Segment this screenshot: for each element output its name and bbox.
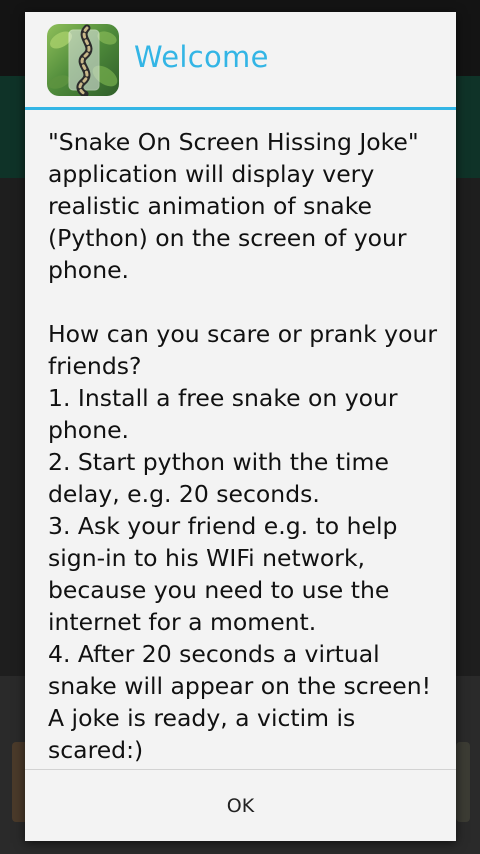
dialog-message: "Snake On Screen Hissing Joke" applicati… bbox=[48, 126, 443, 766]
ok-button[interactable]: OK bbox=[25, 770, 456, 841]
message-question: How can you scare or prank your friends? bbox=[48, 320, 438, 380]
message-step-4: 4. After 20 seconds a virtual snake will… bbox=[48, 640, 432, 764]
message-step-3: 3. Ask your friend e.g. to help sign-in … bbox=[48, 512, 398, 636]
message-step-2: 2. Start python with the time delay, e.g… bbox=[48, 448, 389, 508]
dialog-title: Welcome bbox=[134, 40, 269, 74]
snake-app-icon bbox=[47, 24, 119, 96]
welcome-dialog: Welcome "Snake On Screen Hissing Joke" a… bbox=[25, 12, 456, 841]
message-intro: "Snake On Screen Hissing Joke" applicati… bbox=[48, 128, 419, 284]
background-thumbnail-right bbox=[456, 742, 470, 822]
dialog-button-bar: OK bbox=[25, 769, 456, 841]
dialog-header: Welcome bbox=[25, 12, 456, 107]
title-divider bbox=[25, 107, 456, 110]
message-step-1: 1. Install a free snake on your phone. bbox=[48, 384, 398, 444]
